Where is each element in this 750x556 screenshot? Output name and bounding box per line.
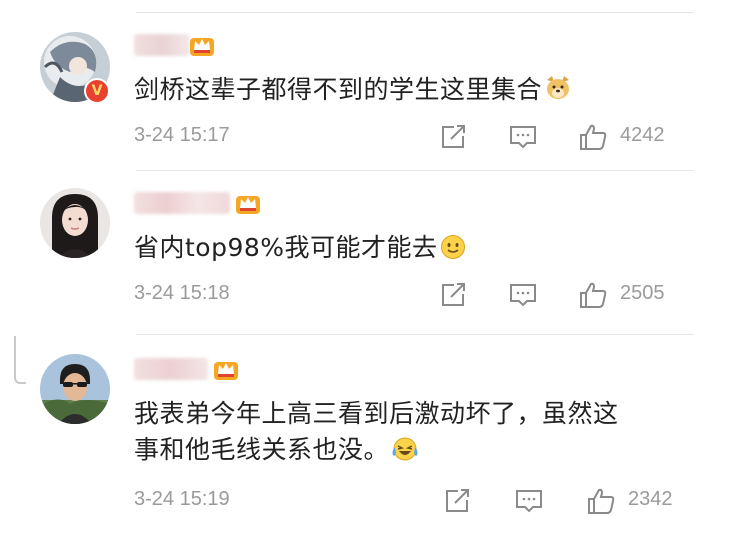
crown-icon: [190, 38, 214, 56]
smile-emoji: [440, 235, 465, 259]
crown-icon: [236, 196, 260, 214]
repost-icon[interactable]: [438, 280, 468, 310]
avatar[interactable]: [40, 354, 110, 424]
comment-meta: 3-24 15:18 2505: [134, 280, 694, 310]
crown-icon: [214, 362, 238, 380]
divider: [136, 12, 694, 13]
divider: [136, 170, 694, 171]
comment-icon[interactable]: [514, 486, 544, 516]
comment-meta: 3-24 15:19 2342: [134, 486, 694, 516]
thumbs-up-icon[interactable]: [578, 122, 608, 152]
like-count: 2505: [620, 282, 665, 304]
thumbs-up-icon[interactable]: [586, 486, 616, 516]
comment-icon[interactable]: [508, 280, 538, 310]
comment-text: 剑桥这辈子都得不到的学生这里集合: [134, 72, 572, 108]
scroll-edge-marker: [14, 336, 26, 384]
verified-badge: V: [84, 78, 110, 104]
username-blurred[interactable]: [134, 192, 230, 214]
comment-time: 3-24 15:17: [134, 124, 230, 146]
avatar[interactable]: [40, 188, 110, 258]
thumbs-up-icon[interactable]: [578, 280, 608, 310]
comment-time: 3-24 15:19: [134, 488, 230, 510]
like-count: 2342: [628, 488, 673, 510]
like-count: 4242: [620, 124, 665, 146]
comment-text: 我表弟今年上高三看到后激动坏了，虽然这 事和他毛线关系也没。: [134, 399, 619, 464]
repost-icon[interactable]: [438, 122, 468, 152]
comment-text: 省内top98%我可能才能去: [134, 230, 466, 266]
comment-icon[interactable]: [508, 122, 538, 152]
comment-feed: V 剑桥这辈子都得不到的学生这里集合 3-24 15:17 4242 省内top…: [0, 0, 750, 556]
username-blurred[interactable]: [134, 34, 190, 56]
comment-meta: 3-24 15:17 4242: [134, 122, 694, 152]
username-blurred[interactable]: [134, 358, 208, 380]
divider: [136, 334, 694, 335]
laugh-cry-emoji: [392, 437, 418, 461]
doge-emoji: [547, 76, 570, 99]
comment-time: 3-24 15:18: [134, 282, 230, 304]
repost-icon[interactable]: [442, 486, 472, 516]
